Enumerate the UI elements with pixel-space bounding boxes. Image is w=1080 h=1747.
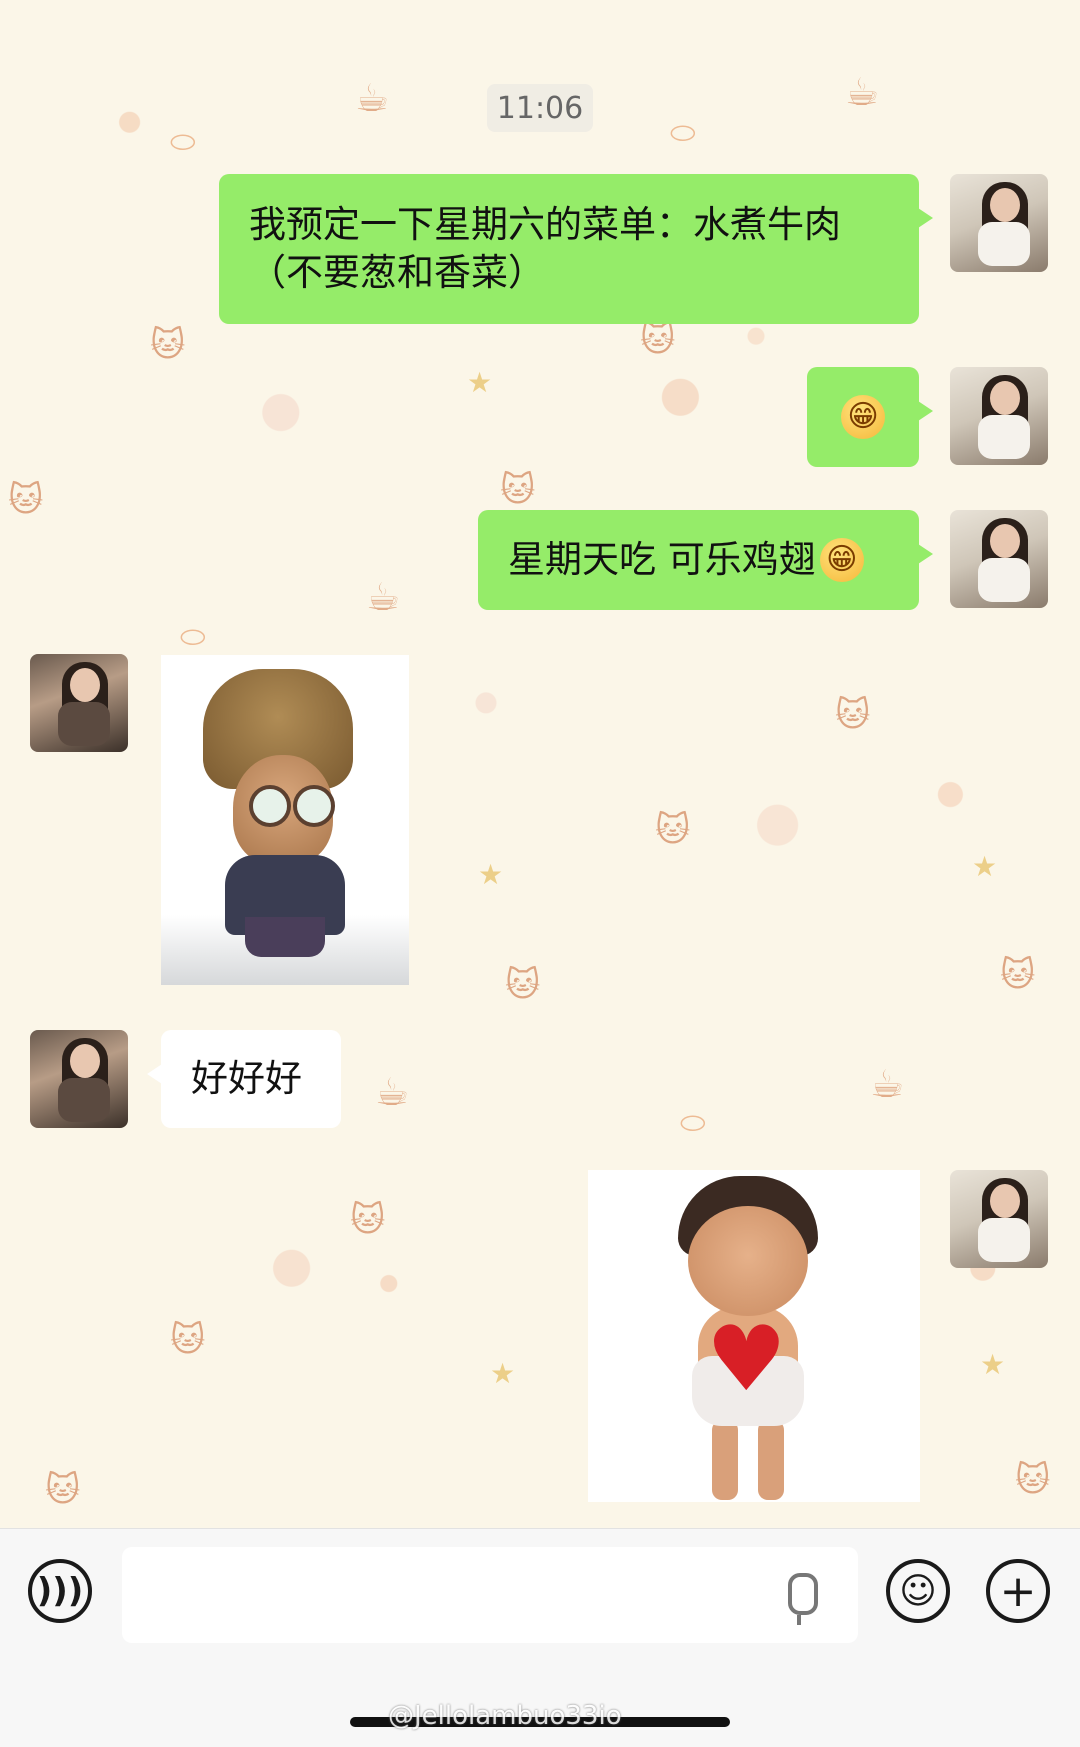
star-icon: ★: [972, 850, 998, 883]
my-avatar[interactable]: [950, 1170, 1048, 1268]
cat-icon: 🐱: [1015, 1460, 1051, 1500]
cat-icon: 🐱: [45, 1470, 81, 1510]
cat-icon: 🐱: [170, 1320, 206, 1360]
contact-avatar[interactable]: [30, 654, 128, 752]
egg-icon: ⬭: [180, 620, 206, 655]
bear-hat-man-sticker[interactable]: [161, 655, 409, 985]
voice-mode-icon[interactable]: ))): [28, 1559, 92, 1623]
plus-icon[interactable]: +: [986, 1559, 1050, 1623]
cat-icon: 🐱: [505, 965, 541, 1005]
watermark: @Jellolambuo33io: [388, 1701, 622, 1731]
timestamp: 11:06: [487, 84, 593, 132]
cat-icon: 🐱: [655, 810, 691, 850]
coffee-cup-icon: ☕: [375, 1070, 410, 1114]
input-bar: ))) ☺ + @Jellolambuo33io: [0, 1528, 1080, 1747]
cat-icon: 🐱: [835, 695, 871, 735]
message-text: 好好好: [191, 1057, 302, 1100]
star-icon: ★: [478, 858, 504, 891]
cat-icon: 🐱: [150, 325, 186, 365]
egg-icon: ⬭: [670, 116, 696, 151]
message-text: 我预定一下星期六的菜单：水煮牛肉（不要葱和香菜）: [249, 203, 841, 294]
message-input[interactable]: [122, 1547, 858, 1643]
heart-boy-sticker[interactable]: ♥: [588, 1170, 920, 1502]
coffee-cup-icon: ☕: [845, 70, 880, 114]
my-avatar[interactable]: [950, 367, 1048, 465]
cat-icon: 🐱: [1000, 955, 1036, 995]
microphone-icon[interactable]: [788, 1573, 818, 1625]
grin-emoji: 😁: [841, 395, 885, 439]
star-icon: ★: [490, 1357, 516, 1390]
message-bubble-received[interactable]: 好好好: [147, 1030, 341, 1128]
heart-icon: ♥: [706, 1307, 787, 1412]
cat-icon: 🐱: [8, 480, 44, 520]
my-avatar[interactable]: [950, 510, 1048, 608]
egg-icon: ⬭: [170, 125, 196, 160]
message-bubble-sent[interactable]: 星期天吃 可乐鸡翅 😁: [478, 510, 933, 610]
smiley-icon[interactable]: ☺: [886, 1559, 950, 1623]
my-avatar[interactable]: [950, 174, 1048, 272]
star-icon: ★: [980, 1348, 1006, 1381]
message-bubble-sent[interactable]: 😁: [807, 367, 933, 467]
star-icon: ★: [467, 366, 493, 399]
cat-icon: 🐱: [640, 320, 676, 360]
egg-icon: ⬭: [680, 1106, 706, 1141]
coffee-cup-icon: ☕: [355, 76, 390, 120]
message-text: 星期天吃 可乐鸡翅: [508, 538, 816, 581]
cat-icon: 🐱: [350, 1200, 386, 1240]
contact-avatar[interactable]: [30, 1030, 128, 1128]
coffee-cup-icon: ☕: [366, 575, 401, 619]
message-bubble-sent[interactable]: 我预定一下星期六的菜单：水煮牛肉（不要葱和香菜）: [219, 174, 933, 324]
cat-icon: 🐱: [500, 470, 536, 510]
coffee-cup-icon: ☕: [870, 1062, 905, 1106]
grin-emoji: 😁: [819, 538, 864, 582]
